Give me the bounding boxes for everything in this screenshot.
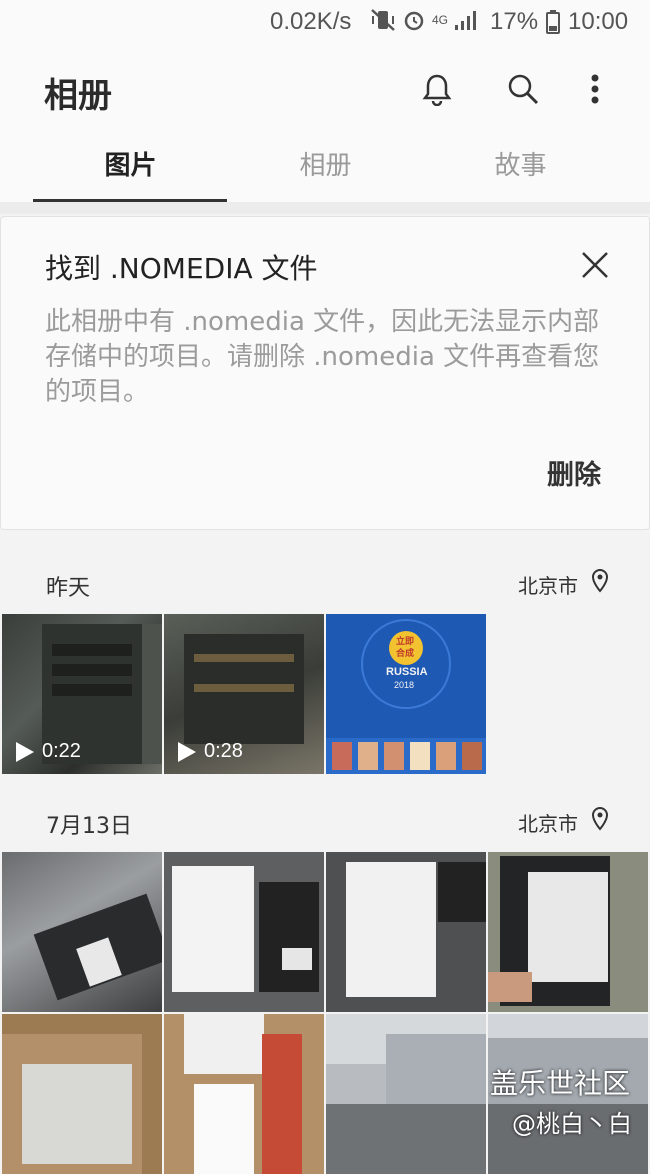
divider — [0, 202, 650, 214]
video-badge: 0:28 — [178, 740, 243, 763]
status-bar: 0.02K/s 4G 17% 10:00 — [0, 0, 650, 44]
vibrate-mute-icon — [371, 9, 395, 31]
clock: 10:00 — [568, 8, 629, 35]
watermark: 盖乐世社区 — [490, 1067, 631, 1100]
image-thumbnail[interactable] — [2, 1014, 162, 1174]
battery-percent: 17% — [490, 8, 539, 35]
image-thumbnail[interactable]: 立即 合成 RUSSIA 2018 — [326, 614, 486, 774]
video-thumbnail[interactable]: 0:28 — [164, 614, 324, 774]
video-badge: 0:22 — [16, 740, 81, 763]
bell-icon — [422, 74, 452, 106]
alarm-icon — [404, 11, 424, 31]
network-rate: 0.02K/s — [270, 8, 352, 35]
more-vert-icon — [591, 74, 599, 104]
keyboard-hand-illustration — [488, 856, 610, 1006]
location-pin-icon — [591, 806, 609, 831]
tab-stories[interactable]: 故事 — [423, 134, 618, 204]
promo-text: 合成 — [396, 649, 415, 659]
play-icon — [16, 741, 34, 762]
nomedia-notice-card: 找到 .NOMEDIA 文件 此相册中有 .nomedia 文件，因此无法显示内… — [0, 216, 650, 530]
section-header: 7月13日 北京市 — [0, 790, 650, 850]
search-button[interactable] — [500, 66, 546, 112]
play-icon — [178, 741, 196, 762]
section-date: 7月13日 — [46, 814, 132, 839]
section-date: 昨天 — [46, 576, 91, 601]
tablet-box-illustration — [172, 866, 319, 992]
video-duration: 0:22 — [42, 740, 81, 762]
image-thumbnail[interactable] — [164, 852, 324, 1012]
status-icons: 4G — [370, 8, 478, 32]
image-thumbnail[interactable] — [164, 1014, 324, 1174]
video-duration: 0:28 — [204, 740, 243, 762]
image-thumbnail[interactable] — [326, 1014, 486, 1174]
delete-button[interactable]: 删除 — [547, 453, 601, 492]
watermark-author: @桃白丶白 — [512, 1110, 632, 1138]
more-options-button[interactable] — [572, 66, 618, 112]
notifications-button[interactable] — [414, 66, 460, 112]
search-icon — [508, 74, 539, 105]
building-illustration — [326, 1034, 486, 1174]
signal-icon — [455, 11, 477, 30]
image-thumbnail[interactable] — [2, 852, 162, 1012]
close-icon[interactable] — [575, 245, 615, 285]
network-type: 4G — [432, 13, 449, 27]
notice-title: 找到 .NOMEDIA 文件 — [45, 252, 318, 285]
image-thumbnail[interactable] — [488, 852, 648, 1012]
tab-bar: 图片 相册 故事 — [0, 134, 650, 204]
section-header: 昨天 北京市 — [0, 552, 650, 612]
battery-icon — [546, 10, 560, 34]
promo-text: RUSSIA — [386, 666, 428, 678]
tablet-box-illustration — [346, 862, 486, 997]
image-thumbnail[interactable] — [326, 852, 486, 1012]
tab-pictures[interactable]: 图片 — [33, 134, 228, 204]
open-box-illustration — [2, 1034, 142, 1174]
keyboard-in-bag-illustration — [33, 893, 162, 1001]
promo-text: 2018 — [394, 680, 415, 690]
tab-albums[interactable]: 相册 — [228, 134, 423, 204]
location-pin-icon — [591, 568, 609, 593]
notice-body: 此相册中有 .nomedia 文件，因此无法显示内部存储中的项目。请删除 .no… — [45, 307, 600, 407]
page-title: 相册 — [44, 76, 112, 116]
section-location[interactable]: 北京市 — [518, 570, 578, 599]
section-location[interactable]: 北京市 — [518, 808, 578, 837]
shipping-box-illustration — [184, 1014, 302, 1174]
app-bar: 相册 — [0, 44, 650, 134]
video-thumbnail[interactable]: 0:22 — [2, 614, 162, 774]
